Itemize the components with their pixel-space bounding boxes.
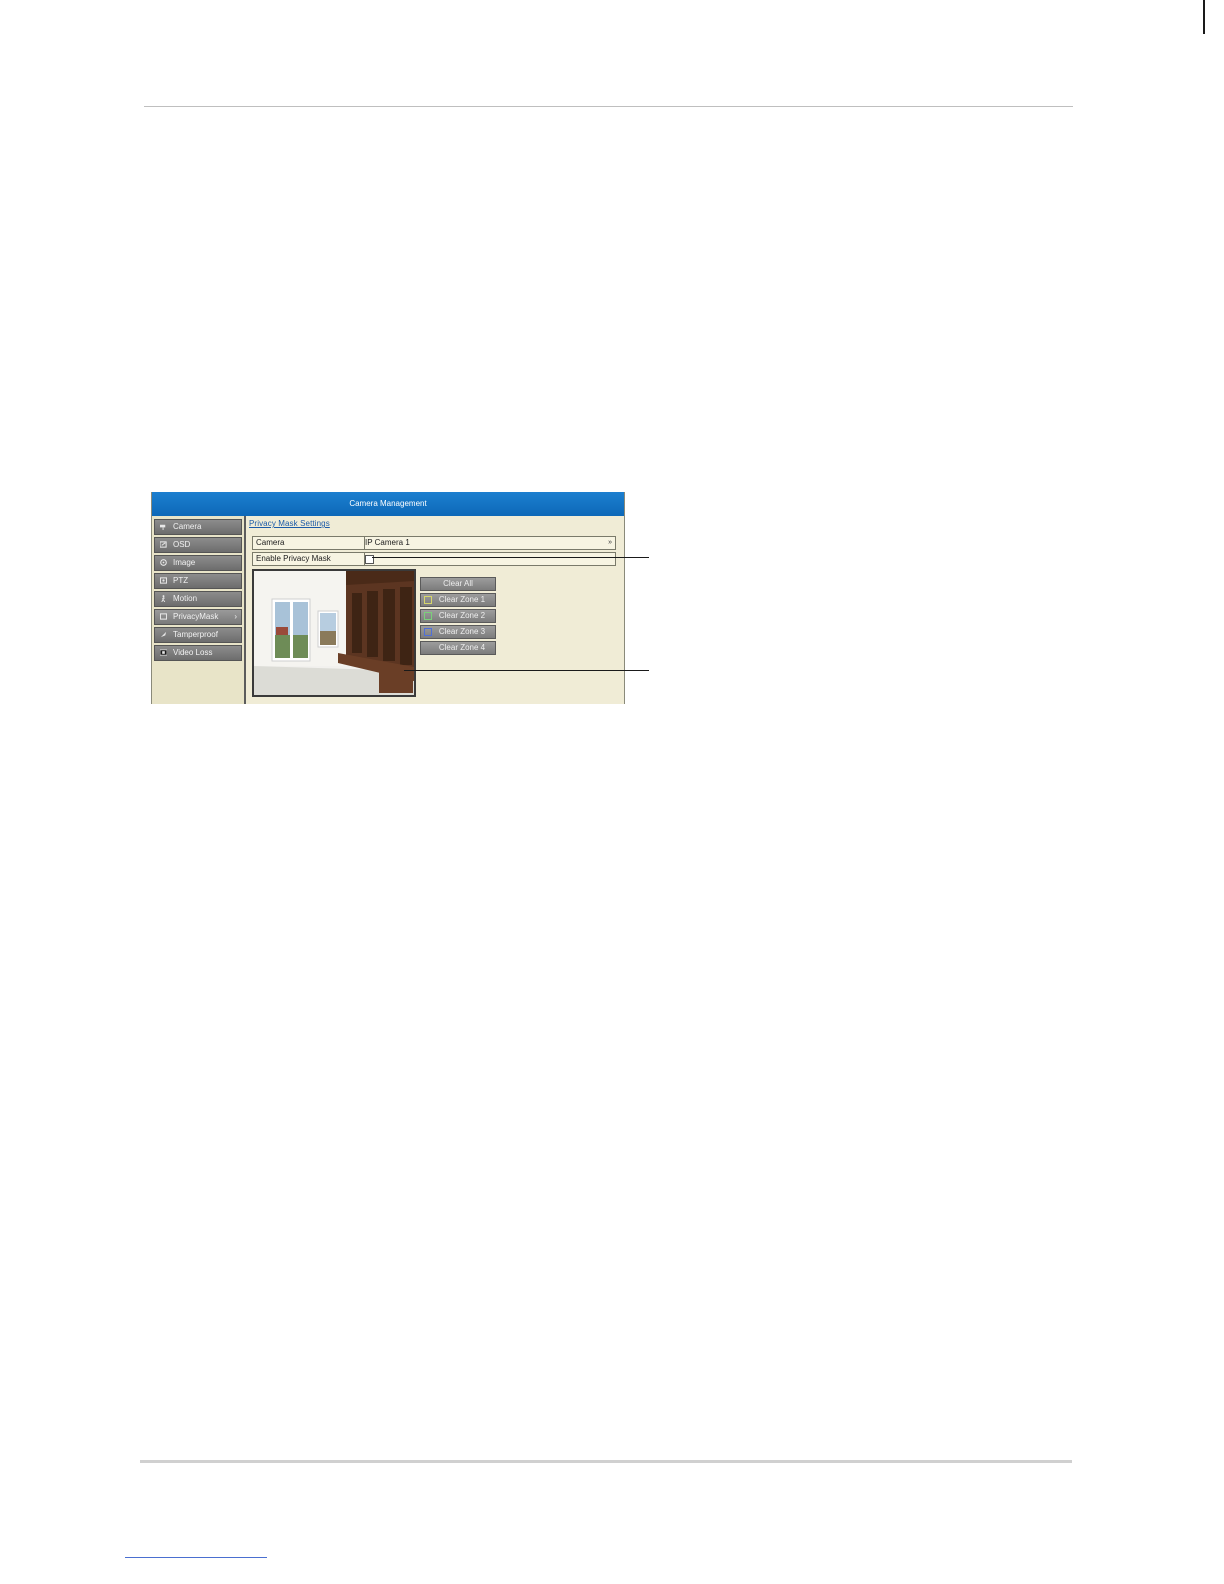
header-rule	[144, 106, 1073, 107]
sidebar-item-motion[interactable]: Motion	[154, 591, 242, 607]
callout-line-preview	[404, 670, 649, 671]
ptz-icon	[160, 577, 167, 584]
enable-privacy-mask-label: Enable Privacy Mask	[253, 553, 365, 565]
callout-line-enable-checkbox	[372, 557, 649, 558]
sidebar-item-camera[interactable]: Camera	[154, 519, 242, 535]
osd-icon	[160, 541, 167, 548]
window-title: Camera Management	[152, 492, 624, 516]
sidebar-item-video-loss[interactable]: Video Loss	[154, 645, 242, 661]
zone-1-color-swatch	[424, 596, 432, 604]
sidebar-item-label: Camera	[173, 522, 202, 531]
privacy-mask-panel: Privacy Mask Settings Camera IP Camera 1…	[246, 516, 624, 704]
enable-privacy-mask-row: Enable Privacy Mask	[252, 552, 616, 566]
footer-link-underline	[125, 1557, 267, 1558]
image-icon	[160, 559, 167, 566]
sidebar-item-label: OSD	[173, 540, 191, 549]
sidebar-item-label: PTZ	[173, 576, 189, 585]
motion-icon	[161, 595, 166, 602]
chevron-right-icon: ›	[234, 612, 237, 621]
sidebar-item-label: Image	[173, 558, 196, 567]
sidebar: Camera OSD Image PTZ Motion PrivacyMask …	[152, 516, 246, 704]
page-edge-marker	[1203, 0, 1205, 34]
sidebar-item-label: PrivacyMask	[173, 612, 219, 621]
sidebar-item-label: Tamperproof	[173, 630, 218, 639]
sidebar-item-label: Video Loss	[173, 648, 213, 657]
zone-2-color-swatch	[424, 612, 432, 620]
clear-zone-2-button[interactable]: Clear Zone 2	[420, 609, 496, 623]
sidebar-item-tamperproof[interactable]: Tamperproof	[154, 627, 242, 643]
camera-select[interactable]: IP Camera 1	[365, 537, 410, 549]
camera-preview[interactable]	[252, 569, 416, 697]
clear-zone-4-button[interactable]: Clear Zone 4	[420, 641, 496, 655]
sidebar-item-label: Motion	[173, 594, 198, 603]
zone-3-color-swatch	[424, 628, 432, 636]
footer-rule	[140, 1460, 1072, 1463]
dropdown-arrow-icon[interactable]: »	[608, 537, 612, 549]
video-loss-icon	[160, 649, 167, 656]
section-title: Privacy Mask Settings	[249, 519, 330, 528]
camera-label: Camera	[253, 537, 365, 549]
camera-preview-image	[254, 571, 414, 695]
clear-zone-3-button[interactable]: Clear Zone 3	[420, 625, 496, 639]
clear-zone-1-button[interactable]: Clear Zone 1	[420, 593, 496, 607]
sidebar-item-ptz[interactable]: PTZ	[154, 573, 242, 589]
privacy-mask-icon	[160, 613, 167, 620]
clear-all-button[interactable]: Clear All	[420, 577, 496, 591]
camera-icon	[160, 524, 166, 530]
tamperproof-icon	[160, 631, 167, 638]
sidebar-item-privacymask[interactable]: PrivacyMask ›	[154, 609, 242, 625]
camera-select-row[interactable]: Camera IP Camera 1 »	[252, 536, 616, 550]
camera-management-screenshot: Camera Management Camera OSD Image PTZ M…	[151, 492, 625, 704]
sidebar-item-osd[interactable]: OSD	[154, 537, 242, 553]
sidebar-item-image[interactable]: Image	[154, 555, 242, 571]
